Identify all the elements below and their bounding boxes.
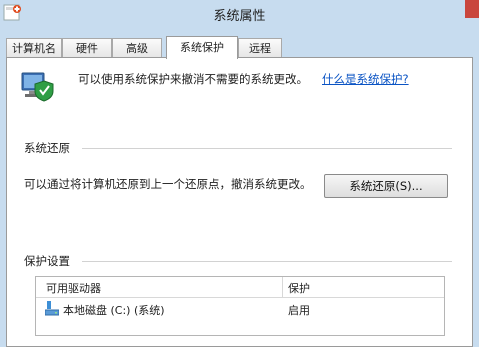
- column-header-protection[interactable]: 保护: [288, 280, 310, 296]
- tab-remote[interactable]: 远程: [238, 38, 282, 57]
- window-title: 系统属性: [213, 9, 266, 24]
- section-divider: [82, 261, 452, 262]
- drive-name: 本地磁盘 (C:) (系统): [63, 304, 165, 317]
- computer-shield-icon: [21, 72, 54, 102]
- drive-list[interactable]: 可用驱动器 保护 本地磁盘 (C:) (系统) 启用: [35, 276, 445, 336]
- protection-settings-heading: 保护设置: [24, 254, 70, 268]
- disk-drive-icon: [45, 301, 59, 316]
- what-is-system-protection-link[interactable]: 什么是系统保护?: [322, 71, 409, 87]
- list-header: 可用驱动器 保护: [36, 277, 444, 298]
- restore-description: 可以通过将计算机还原到上一个还原点，撤消系统更改。: [24, 177, 312, 191]
- protection-status: 启用: [288, 304, 310, 317]
- close-button[interactable]: [465, 0, 479, 18]
- system-restore-heading: 系统还原: [24, 141, 70, 155]
- title-bar: 系统属性: [0, 0, 479, 28]
- tab-system-protection[interactable]: 系统保护: [166, 36, 238, 59]
- column-header-drives[interactable]: 可用驱动器: [46, 280, 101, 296]
- intro-text: 可以使用系统保护来撤消不需要的系统更改。: [78, 72, 308, 86]
- table-row[interactable]: 本地磁盘 (C:) (系统) 启用: [36, 299, 444, 319]
- section-divider: [82, 148, 452, 149]
- tab-computer-name[interactable]: 计算机名: [6, 38, 62, 57]
- tab-hardware[interactable]: 硬件: [62, 38, 112, 57]
- column-divider[interactable]: [282, 277, 283, 297]
- system-restore-button[interactable]: 系统还原(S)...: [324, 174, 448, 198]
- tab-advanced[interactable]: 高级: [112, 38, 162, 57]
